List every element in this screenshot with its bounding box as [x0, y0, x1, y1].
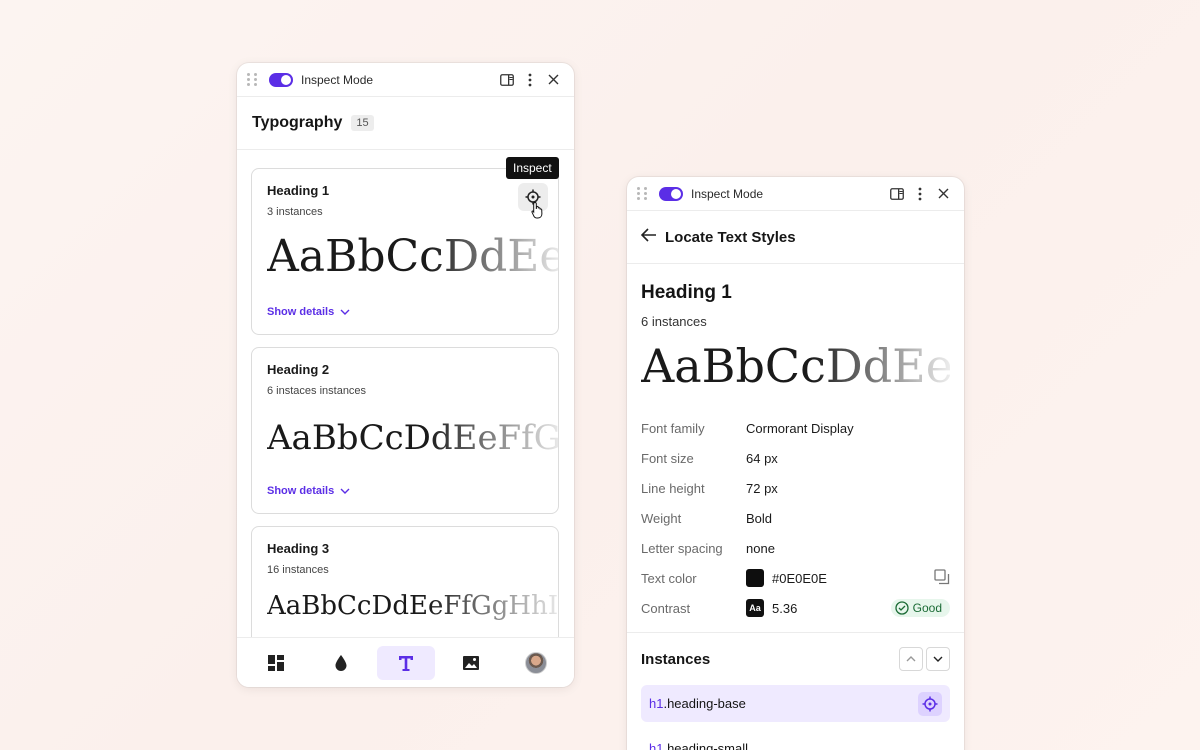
panel-header: Locate Text Styles: [627, 211, 964, 264]
chevron-down-icon: [933, 656, 943, 662]
style-instances: 6 instances: [641, 314, 707, 329]
prop-label: Weight: [641, 510, 682, 526]
prop-label: Font size: [641, 450, 694, 466]
style-card-heading-1[interactable]: Heading 1 3 instances AaBbCcDdEeFf Show …: [251, 168, 559, 335]
type-sample: AaBbCcDdEeFf: [641, 339, 950, 393]
contrast-chip: Aa: [746, 599, 764, 617]
inspect-tooltip: Inspect: [506, 157, 559, 179]
sidebar-layout-icon[interactable]: [886, 183, 908, 205]
chevron-down-icon: [340, 309, 350, 315]
status-label: Good: [912, 601, 942, 615]
style-name: Heading 1: [641, 282, 732, 303]
section-title: Typography: [252, 114, 343, 131]
avatar: [524, 651, 547, 674]
locate-button[interactable]: [918, 691, 942, 716]
divider: [627, 632, 964, 633]
prop-font-size: Font size 64 px: [641, 443, 950, 473]
nav-profile[interactable]: [507, 646, 565, 680]
crosshair-icon: [922, 696, 938, 711]
prop-font-family: Font family Cormorant Display: [641, 413, 950, 443]
instance-tag: h1: [649, 696, 664, 711]
color-swatch: [746, 569, 764, 587]
copy-icon[interactable]: [934, 568, 950, 588]
more-options-icon[interactable]: [519, 69, 541, 91]
style-instances: 3 instances: [267, 206, 323, 218]
prop-label: Line height: [641, 480, 705, 496]
instance-class: .heading-base: [663, 696, 746, 711]
instance-class: .heading-small: [663, 741, 749, 750]
prop-value: 5.36: [772, 600, 798, 616]
prop-value: Cormorant Display: [746, 420, 854, 436]
hand-cursor-icon: [531, 201, 545, 224]
image-icon: [462, 655, 479, 670]
inspect-mode-toggle[interactable]: [269, 72, 293, 87]
text-icon: [398, 655, 413, 671]
type-sample: AaBbCcDdEeFfGg: [267, 418, 558, 458]
bottom-nav: [237, 637, 574, 687]
style-instances: 6 instaces instances: [267, 385, 367, 397]
prop-contrast: Contrast Aa 5.36 Good: [641, 593, 950, 623]
prop-value: #0E0E0E: [772, 570, 827, 586]
count-badge: 15: [351, 115, 374, 131]
style-instances: 16 instances: [267, 564, 329, 576]
prop-value: 64 px: [746, 450, 778, 466]
show-details-label: Show details: [267, 485, 335, 497]
drag-handle-icon[interactable]: [637, 186, 649, 201]
instances-title: Instances: [641, 650, 711, 668]
style-properties: Font family Cormorant Display Font size …: [641, 413, 950, 623]
instances-header: Instances: [641, 647, 950, 671]
nav-typography[interactable]: [376, 645, 435, 680]
dashboard-icon: [267, 654, 284, 671]
previous-instance-button[interactable]: [899, 647, 923, 671]
nav-colors[interactable]: [312, 646, 370, 680]
instance-row[interactable]: h1 .heading-small: [641, 730, 950, 750]
show-details-link[interactable]: Show details: [267, 485, 350, 497]
prop-label: Text color: [641, 570, 697, 586]
chevron-down-icon: [340, 488, 350, 494]
instance-tag: h1: [649, 741, 664, 750]
instance-row[interactable]: h1 .heading-base: [641, 685, 950, 722]
prop-line-height: Line height 72 px: [641, 473, 950, 503]
prop-value: none: [746, 540, 775, 556]
prop-label: Letter spacing: [641, 540, 723, 556]
sidebar-layout-icon[interactable]: [496, 69, 518, 91]
type-sample: AaBbCcDdEeFf: [267, 231, 558, 282]
panel-topbar: Inspect Mode: [237, 63, 574, 97]
prop-text-color: Text color #0E0E0E: [641, 563, 950, 593]
more-options-icon[interactable]: [909, 183, 931, 205]
show-details-link[interactable]: Show details: [267, 306, 350, 318]
inspect-mode-toggle[interactable]: [659, 186, 683, 201]
back-arrow-icon[interactable]: [640, 227, 657, 247]
prop-weight: Weight Bold: [641, 503, 950, 533]
chevron-up-icon: [906, 656, 916, 662]
prop-label: Contrast: [641, 600, 691, 616]
typography-panel: Inspect Mode Typography 15 Inspect Headi…: [237, 63, 574, 687]
prop-label: Font family: [641, 420, 705, 436]
style-card-heading-2[interactable]: Heading 2 6 instaces instances AaBbCcDdE…: [251, 347, 559, 514]
check-circle-icon: [894, 601, 909, 615]
nav-components[interactable]: [247, 646, 305, 680]
section-header: Typography 15: [237, 97, 574, 150]
drag-handle-icon[interactable]: [247, 72, 259, 87]
close-icon[interactable]: [932, 183, 954, 205]
next-instance-button[interactable]: [926, 647, 950, 671]
prop-value: Bold: [746, 510, 773, 526]
status-badge: Good: [890, 599, 950, 617]
type-sample: AaBbCcDdEeFfGgHhIi: [267, 591, 558, 621]
style-name: Heading 3: [267, 541, 330, 556]
prop-value: 72 px: [746, 480, 778, 496]
close-icon[interactable]: [542, 69, 564, 91]
panel-title: Inspect Mode: [691, 186, 764, 201]
drop-icon: [335, 654, 346, 671]
style-name: Heading 2: [267, 362, 330, 377]
panel-title: Inspect Mode: [301, 72, 374, 87]
prop-letter-spacing: Letter spacing none: [641, 533, 950, 563]
nav-images[interactable]: [442, 646, 500, 680]
panel-topbar: Inspect Mode: [627, 177, 964, 211]
locate-text-styles-panel: Inspect Mode Locate Text Styles Heading …: [627, 177, 964, 750]
show-details-label: Show details: [267, 306, 335, 318]
style-name: Heading 1: [267, 183, 330, 198]
panel-heading: Locate Text Styles: [665, 228, 796, 246]
